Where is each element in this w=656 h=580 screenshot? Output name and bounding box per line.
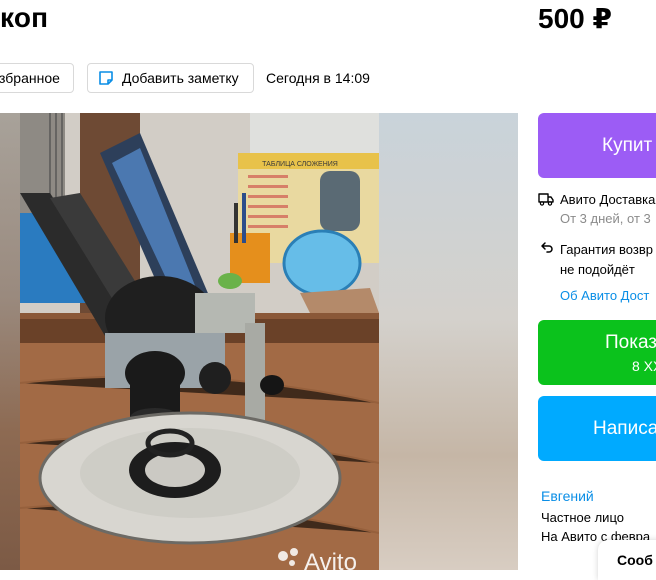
add-note-button[interactable]: Добавить заметку bbox=[87, 63, 254, 93]
write-message-button[interactable]: Написа bbox=[538, 396, 656, 461]
note-icon bbox=[99, 71, 113, 85]
gallery-blur-left bbox=[0, 113, 20, 570]
add-to-favorites-button[interactable]: збранное bbox=[0, 63, 74, 93]
truck-icon bbox=[538, 193, 554, 206]
item-price: 500 ₽ bbox=[538, 3, 612, 34]
return-arrow-icon bbox=[541, 242, 553, 253]
show-phone-button[interactable]: Показ 8 ХХ bbox=[538, 320, 656, 385]
poster-title: ТАБЛИЦА СЛОЖЕНИЯ bbox=[262, 161, 338, 168]
buy-label: Купит bbox=[602, 134, 653, 156]
publish-date: Сегодня в 14:09 bbox=[266, 70, 370, 86]
about-delivery-link[interactable]: Об Авито Дост bbox=[560, 288, 649, 303]
show-phone-label: Показ bbox=[605, 332, 656, 353]
seller-name-link[interactable]: Евгений bbox=[541, 488, 594, 504]
item-title: коп bbox=[0, 2, 49, 33]
watermark-text: Avito bbox=[304, 549, 357, 570]
note-label: Добавить заметку bbox=[122, 70, 239, 86]
photo-gallery[interactable]: ТАБЛИЦА СЛОЖЕНИЯ Avito bbox=[0, 113, 518, 570]
main-photo[interactable]: ТАБЛИЦА СЛОЖЕНИЯ Avito bbox=[20, 113, 379, 570]
seller-type: Частное лицо bbox=[541, 510, 624, 525]
buy-button[interactable]: Купит bbox=[538, 113, 656, 178]
messages-label: Сооб bbox=[617, 552, 653, 568]
delivery-title: Авито Доставка bbox=[560, 192, 656, 207]
phone-number-masked: 8 ХХ bbox=[632, 358, 656, 374]
delivery-terms: От 3 дней, от 3 bbox=[560, 211, 651, 226]
return-guarantee: Гарантия возвр не подойдёт bbox=[560, 242, 653, 277]
favorite-label: збранное bbox=[0, 70, 60, 86]
write-label: Написа bbox=[593, 417, 656, 439]
gallery-blur-right bbox=[379, 113, 518, 570]
messages-tab[interactable]: Сооб bbox=[598, 540, 656, 580]
